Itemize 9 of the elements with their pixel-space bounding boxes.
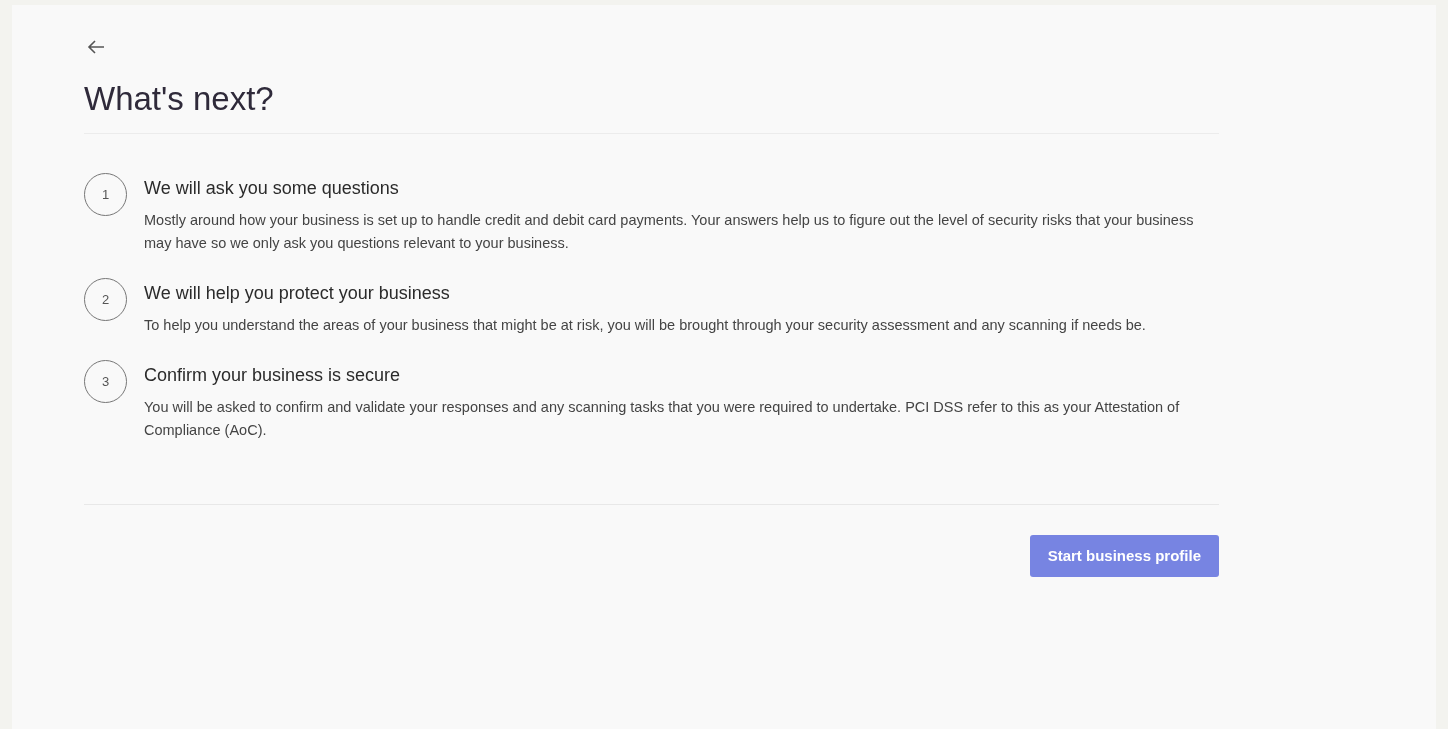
step-heading: We will ask you some questions — [144, 177, 400, 200]
step-description: To help you understand the areas of your business that might be at risk, you will be brought through your security assessment and any scanning if needs be. — [144, 316, 1146, 335]
step-description: You will be asked to confirm and validate your responses and any scanning tasks that you were required to undertake. PCI DSS refer to this as your Attestation of Compliance (AoC). — [144, 398, 1181, 440]
page-title: What's next? — [84, 79, 275, 119]
start-business-profile-button[interactable]: Start business profile — [1029, 535, 1219, 577]
step-heading: We will help you protect your business — [144, 282, 451, 305]
step-description: Mostly around how your business is set up to handle credit and debit card payments. Your answers help us to figure out the level of security risks that your business may have so we only ask you questions relevant to your business. — [144, 211, 1195, 253]
step-heading: Confirm your business is secure — [144, 364, 402, 387]
back-arrow-icon — [87, 40, 105, 54]
